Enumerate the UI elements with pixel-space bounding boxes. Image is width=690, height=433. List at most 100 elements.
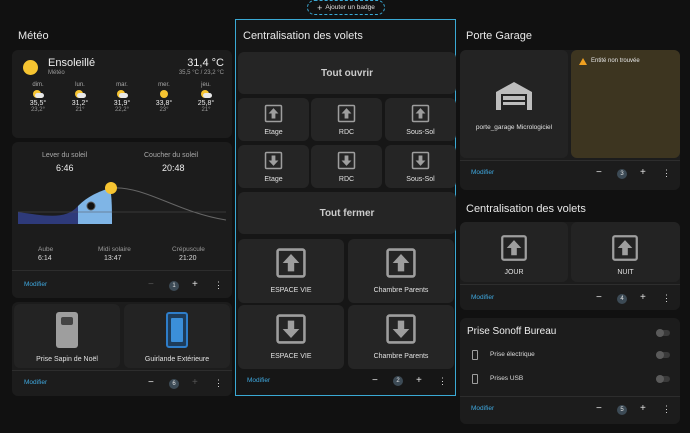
arrow-up-box-icon: [501, 235, 527, 261]
sapin-label: Prise Sapin de Noël: [36, 356, 98, 363]
scene-button-1[interactable]: NUIT: [571, 222, 680, 282]
volet-big-down-button-1[interactable]: Chambre Parents: [348, 305, 454, 369]
edit-link[interactable]: Modifier: [471, 405, 494, 412]
garage-tile[interactable]: porte_garage Micrologiciel: [460, 50, 568, 158]
volet-big-up-button-0[interactable]: ESPACE VIE: [238, 239, 344, 303]
forecast-high: 31,2°: [71, 100, 89, 107]
move-down-button[interactable]: +: [416, 376, 422, 386]
volet-up-button-0[interactable]: Etage: [238, 98, 309, 141]
open-all-button[interactable]: Tout ouvrir: [238, 52, 456, 94]
sonoff-main-toggle[interactable]: [656, 329, 670, 337]
garage-entity-label: porte_garage Micrologiciel: [475, 124, 553, 131]
edit-link[interactable]: Modifier: [471, 169, 494, 176]
dawn-label: Aube: [38, 246, 54, 253]
weather-card[interactable]: Ensoleillé Météo 31,4 °C 35,5 °C / 23,2 …: [12, 50, 232, 138]
plug-icon: [56, 312, 78, 348]
edit-link[interactable]: Modifier: [247, 377, 270, 384]
forecast-day-label: lun.: [75, 82, 85, 88]
sapin-toggle-tile[interactable]: Prise Sapin de Noël: [14, 304, 120, 368]
divider: [460, 284, 680, 285]
dusk-time: 21:20: [179, 255, 197, 262]
warning-tile: Entité non trouvée: [571, 50, 680, 158]
move-down-button[interactable]: +: [640, 404, 646, 414]
forecast-low: 23,2°: [30, 107, 46, 113]
move-up-button[interactable]: −: [148, 280, 154, 290]
arrow-up-box-icon: [386, 248, 416, 278]
add-badge-button[interactable]: + Ajouter un badge: [307, 0, 385, 15]
sunset-time: 20:48: [162, 163, 185, 173]
volet-down-button-2[interactable]: Sous-Sol: [385, 145, 456, 188]
forecast-day: mar. 31,9° 22,2°: [102, 82, 142, 132]
volet-down-button-1[interactable]: RDC: [311, 145, 382, 188]
move-down-button[interactable]: +: [640, 168, 646, 178]
cloud-sun-icon: [201, 90, 212, 98]
more-options-icon[interactable]: ⋮: [214, 280, 223, 290]
more-options-icon[interactable]: ⋮: [214, 378, 223, 388]
guirlande-toggle-tile[interactable]: Guirlande Extérieure: [124, 304, 230, 368]
volets-section-title: Centralisation des volets: [243, 30, 363, 42]
move-down-button[interactable]: +: [192, 280, 198, 290]
position-badge: 2: [393, 376, 403, 386]
add-badge-label: Ajouter un badge: [325, 4, 375, 11]
forecast-day-label: mar.: [116, 82, 128, 88]
garage-icon: [496, 82, 532, 110]
sonoff-item-label: Prises USB: [490, 375, 524, 382]
sonoff-item-toggle[interactable]: [656, 351, 670, 359]
move-up-button[interactable]: −: [596, 293, 602, 303]
volet-up-label: Sous-Sol: [406, 129, 435, 136]
garage-section-title: Porte Garage: [466, 30, 533, 42]
arrow-down-box-icon: [337, 151, 356, 170]
volet-up-label: Etage: [264, 129, 283, 136]
edit-link[interactable]: Modifier: [24, 379, 47, 386]
more-options-icon[interactable]: ⋮: [438, 376, 447, 386]
more-options-icon[interactable]: ⋮: [662, 293, 671, 303]
warning-icon: [579, 58, 587, 65]
move-up-button[interactable]: −: [372, 376, 378, 386]
arrow-up-box-icon: [411, 104, 430, 123]
move-up-button[interactable]: −: [148, 378, 154, 388]
weather-source: Météo: [48, 70, 65, 76]
arrow-up-box-icon: [612, 235, 638, 261]
more-options-icon[interactable]: ⋮: [662, 168, 671, 178]
sunrise-time: 6:46: [56, 163, 74, 173]
move-down-button[interactable]: +: [640, 293, 646, 303]
position-badge: 3: [617, 169, 627, 179]
guirlande-label: Guirlande Extérieure: [144, 356, 210, 363]
arrow-up-box-icon: [264, 104, 283, 123]
volet-down-button-0[interactable]: Etage: [238, 145, 309, 188]
volet-up-button-1[interactable]: RDC: [311, 98, 382, 141]
divider: [12, 270, 232, 271]
solar-noon-time: 13:47: [104, 255, 122, 262]
volet-big-up-label: ESPACE VIE: [270, 287, 312, 294]
move-up-button[interactable]: −: [596, 168, 602, 178]
scene-label: NUIT: [617, 269, 634, 276]
edit-link[interactable]: Modifier: [24, 281, 47, 288]
more-options-icon[interactable]: ⋮: [662, 404, 671, 414]
forecast-low: 23°: [159, 107, 169, 113]
sonoff-card: Prise Sonoff Bureau Prise électrique Pris…: [460, 318, 680, 424]
move-down-button[interactable]: +: [192, 378, 198, 388]
volet-big-down-button-0[interactable]: ESPACE VIE: [238, 305, 344, 369]
sun-cloud-icon: [33, 90, 44, 98]
sonoff-item-label: Prise électrique: [490, 351, 535, 358]
volet-big-up-button-1[interactable]: Chambre Parents: [348, 239, 454, 303]
forecast-day-label: mer.: [158, 82, 170, 88]
sun-position-icon: [105, 182, 117, 194]
scene-button-0[interactable]: JOUR: [460, 222, 568, 282]
position-badge: 5: [617, 405, 627, 415]
lights-card: Prise Sapin de Noël Guirlande Extérieure…: [12, 302, 232, 396]
arrow-down-box-icon: [411, 151, 430, 170]
arrow-up-box-icon: [337, 104, 356, 123]
volet-big-up-label: Chambre Parents: [373, 287, 429, 294]
forecast-row: dim. 35,5° 23,2° lun. 31,2° 21° mar. 31,9° 22,2°…: [18, 82, 226, 132]
sonoff-item-toggle[interactable]: [656, 375, 670, 383]
weather-temperature: 31,4 °C: [187, 57, 224, 69]
volet-down-label: Sous-Sol: [406, 176, 435, 183]
move-up-button[interactable]: −: [596, 404, 602, 414]
close-all-button[interactable]: Tout fermer: [238, 192, 456, 234]
volet-up-button-2[interactable]: Sous-Sol: [385, 98, 456, 141]
sun-icon: [23, 60, 38, 75]
volet-up-label: RDC: [338, 129, 355, 136]
forecast-day: lun. 31,2° 21°: [60, 82, 100, 132]
edit-link[interactable]: Modifier: [471, 294, 494, 301]
